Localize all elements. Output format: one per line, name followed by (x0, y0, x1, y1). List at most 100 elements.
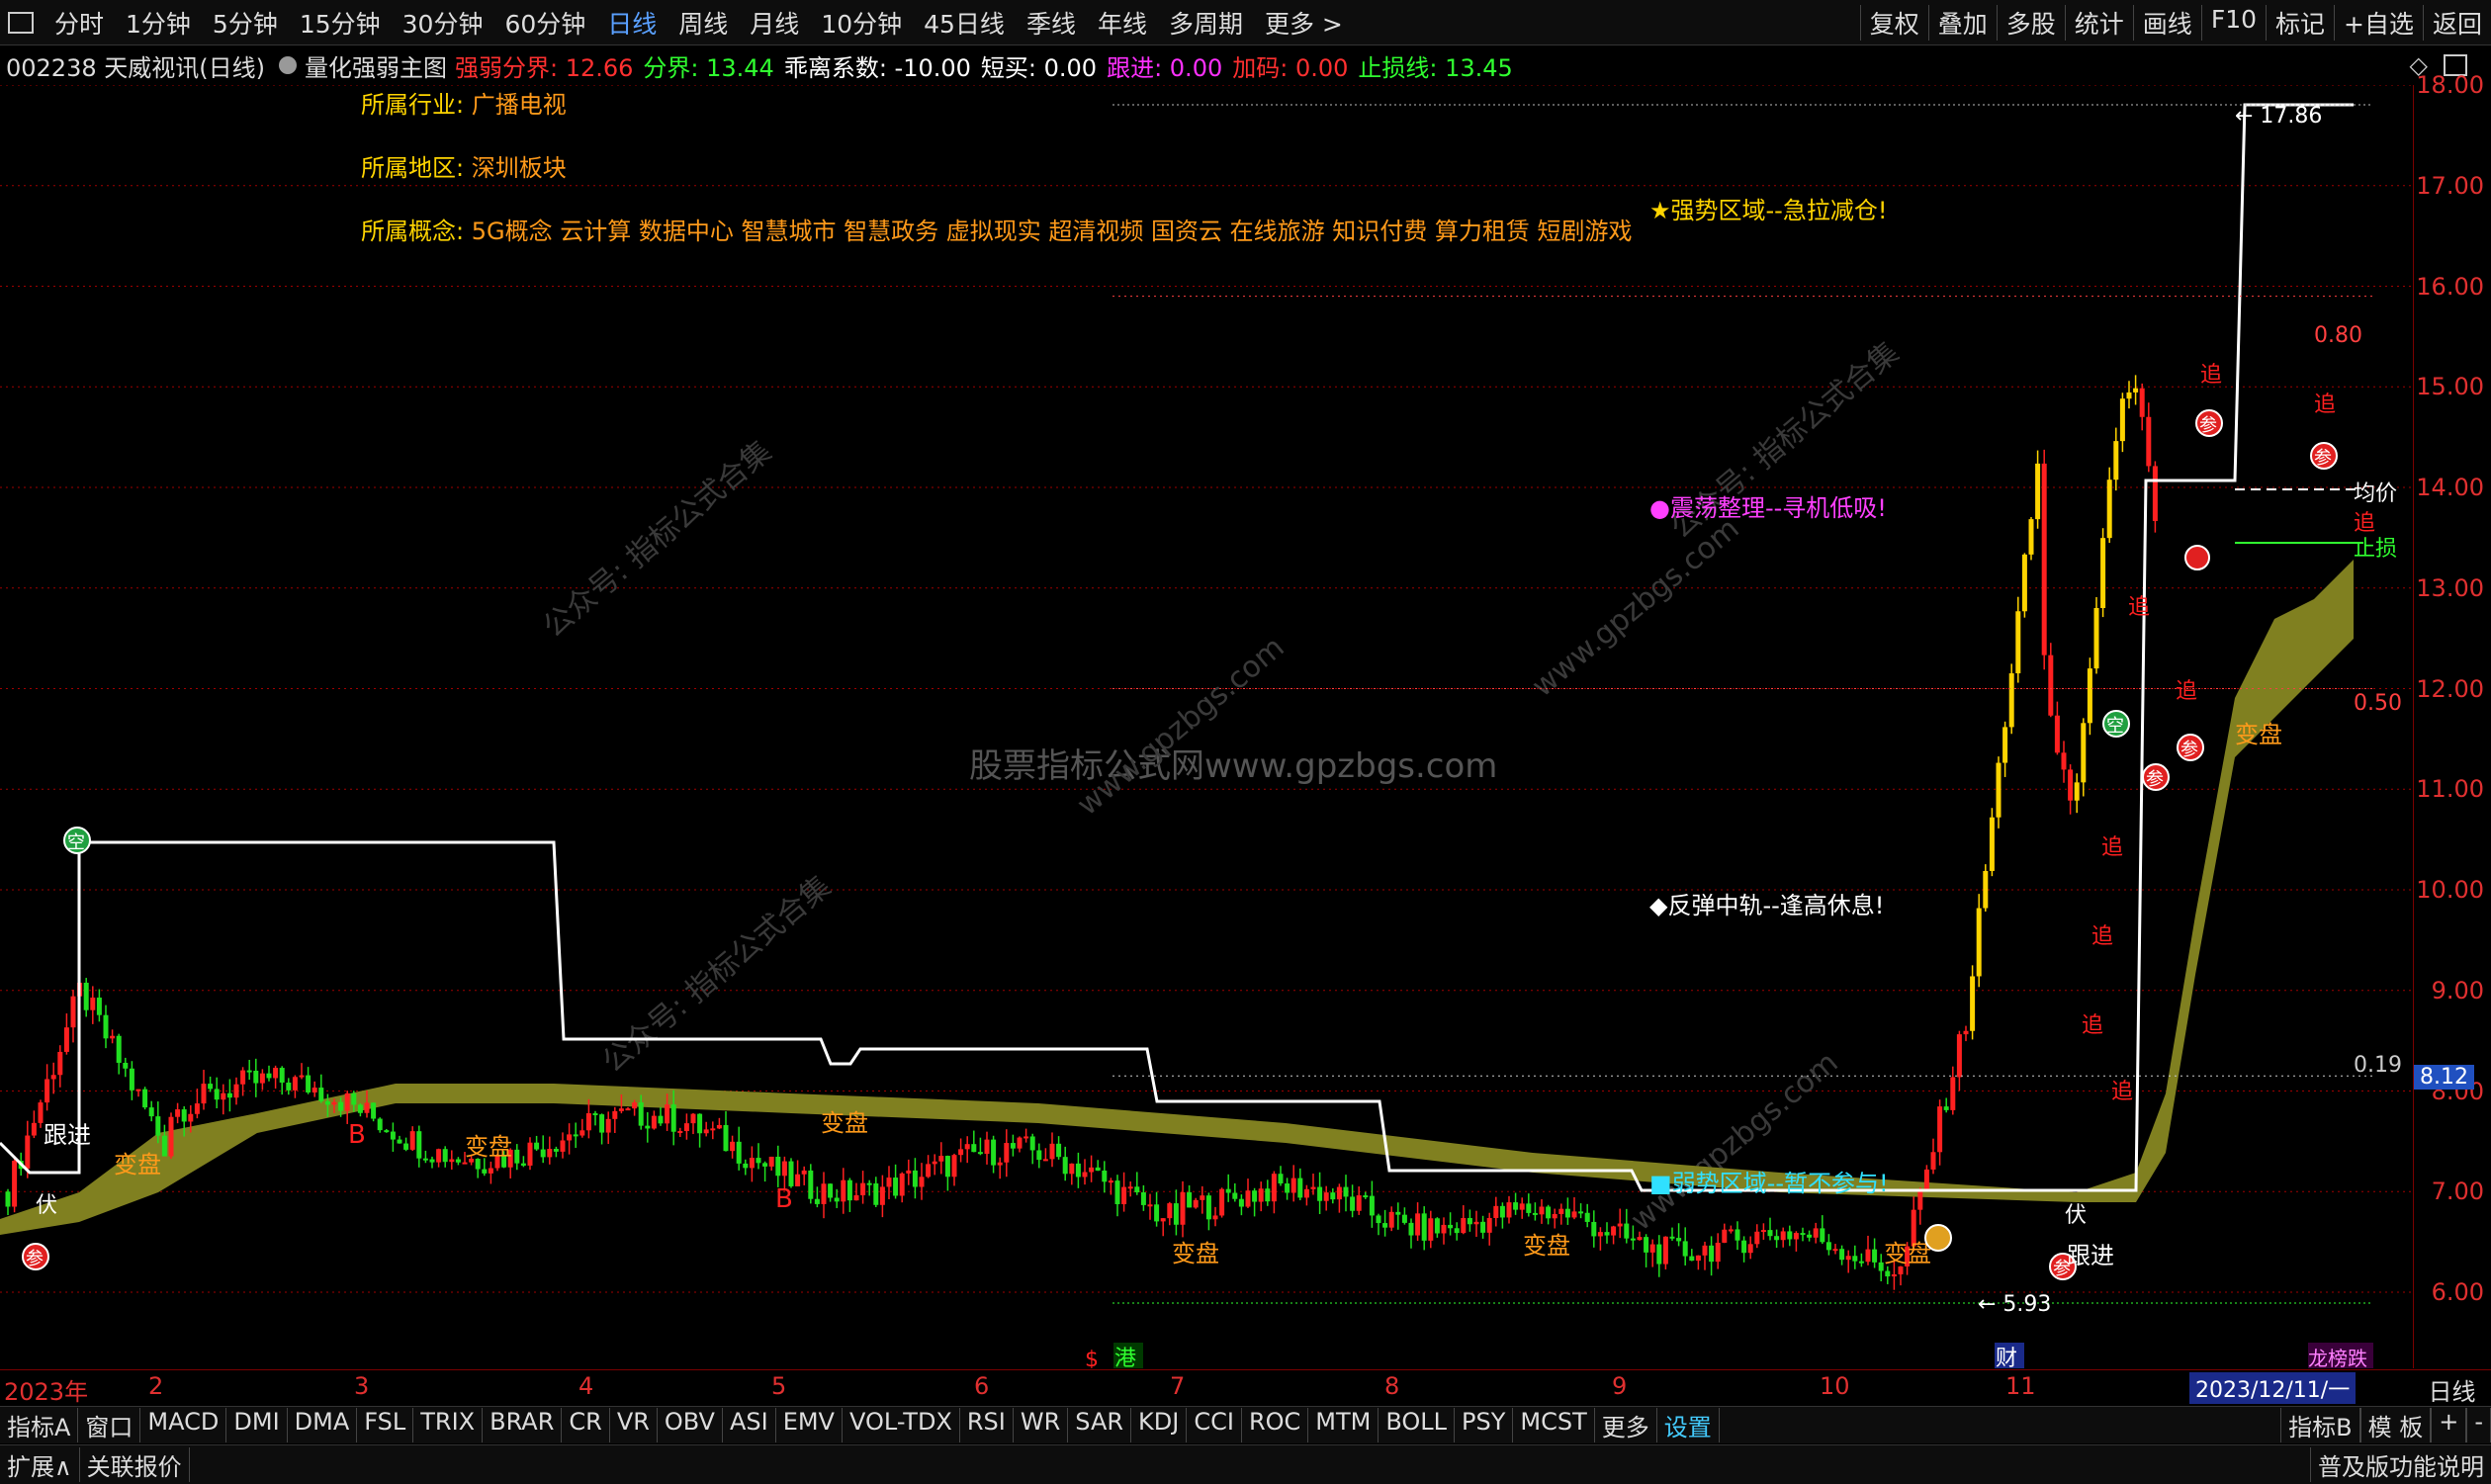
candle (736, 1126, 742, 1171)
indicator-tab[interactable]: 指标A (0, 1408, 79, 1442)
candle (1448, 1212, 1454, 1236)
price-axis[interactable]: 18.00 17.00 16.00 15.00 14.00 13.00 12.00 11.00… (2413, 71, 2491, 1368)
indicator-tab[interactable]: SAR (1068, 1408, 1132, 1442)
indicator-tab[interactable]: VR (610, 1408, 658, 1442)
candle (951, 1153, 957, 1186)
indicator-tab[interactable]: ASI (723, 1408, 776, 1442)
candle-body (1930, 1152, 1936, 1170)
indicator-tab[interactable]: CR (562, 1408, 610, 1442)
indicator-tab[interactable]: PSY (1455, 1408, 1514, 1442)
period-tab[interactable]: 年线 (1087, 5, 1158, 41)
indicator-name[interactable]: 量化强弱主图 (305, 48, 447, 83)
indicator-right-button[interactable]: - (2466, 1408, 2491, 1442)
period-tab[interactable]: 1分钟 (115, 5, 202, 41)
price-tick: 14.00 (2416, 474, 2484, 501)
toolbar-button[interactable]: 统计 (2064, 4, 2133, 41)
period-button[interactable]: 日线 (2413, 1372, 2491, 1407)
candle-body (1200, 1195, 1205, 1200)
candle (1173, 1189, 1179, 1236)
candle (1010, 1134, 1016, 1157)
period-tab[interactable]: 45日线 (913, 5, 1016, 41)
candle-body (951, 1155, 957, 1178)
period-tab[interactable]: 分时 (44, 5, 115, 41)
indicator-tab[interactable]: TRIX (413, 1408, 484, 1442)
candle-body (221, 1092, 226, 1100)
toolbar-button[interactable]: F10 (2200, 4, 2266, 41)
candle-body (1271, 1174, 1277, 1202)
toolbar-button[interactable]: 标记 (2266, 4, 2334, 41)
stock-title[interactable]: 002238 天威视讯(日线) (6, 48, 265, 83)
candle (1082, 1159, 1088, 1185)
candle (1415, 1202, 1421, 1242)
period-tab[interactable]: 30分钟 (392, 5, 494, 41)
candle (57, 1045, 63, 1088)
candle-body (1970, 976, 1976, 1031)
indicator-tab[interactable]: 更多 (1595, 1408, 1657, 1442)
candle-body (188, 1113, 194, 1122)
toolbar-button[interactable]: 复权 (1859, 4, 1928, 41)
indicator-tab[interactable]: CCI (1187, 1408, 1242, 1442)
indicator-tab[interactable]: DMI (226, 1408, 288, 1442)
indicator-tab[interactable]: BOLL (1379, 1408, 1456, 1442)
candle (1369, 1180, 1375, 1228)
candle (926, 1155, 932, 1178)
indicator-tab[interactable]: VOL-TDX (843, 1408, 960, 1442)
indicator-tab[interactable]: FSL (357, 1408, 414, 1442)
period-tab[interactable]: 10分钟 (810, 5, 913, 41)
period-tab[interactable]: 周线 (667, 5, 739, 41)
help-button[interactable]: 普及版功能说明 (2310, 1447, 2491, 1482)
indicator-tab[interactable]: KDJ (1131, 1408, 1188, 1442)
candle-body (585, 1113, 591, 1131)
indicator-tab[interactable]: RSI (960, 1408, 1014, 1442)
candle (1278, 1166, 1284, 1186)
candle-body (409, 1131, 415, 1150)
indicator-tab[interactable]: MACD (140, 1408, 227, 1442)
period-tab[interactable]: 15分钟 (289, 5, 392, 41)
period-tab[interactable]: 多周期 (1158, 5, 1254, 41)
indicator-tab[interactable]: MCST (1513, 1408, 1595, 1442)
candle (12, 1156, 18, 1213)
candle (161, 1124, 167, 1157)
indicator-tab[interactable]: DMA (288, 1408, 358, 1442)
indicator-tab[interactable]: EMV (776, 1408, 843, 1442)
related-quotes-button[interactable]: 关联报价 (80, 1447, 190, 1482)
candle-body (547, 1149, 553, 1158)
candle (226, 1079, 232, 1112)
indicator-tab[interactable]: 窗口 (78, 1408, 141, 1442)
period-tab[interactable]: 更多 > (1254, 5, 1354, 41)
candle-body (1004, 1143, 1010, 1163)
candle (906, 1159, 912, 1185)
indicator-tab[interactable]: MTM (1308, 1408, 1379, 1442)
candle (520, 1156, 526, 1168)
toolbar-button[interactable]: 多股 (1996, 4, 2065, 41)
extension-row: 扩展∧ 关联报价 普及版功能说明 (0, 1444, 2491, 1484)
indicator-tab[interactable]: ROC (1242, 1408, 1309, 1442)
period-tab[interactable]: 5分钟 (202, 5, 289, 41)
indicator-tab[interactable]: BRAR (483, 1408, 563, 1442)
toolbar-button[interactable]: 画线 (2132, 4, 2201, 41)
indicator-tab[interactable]: WR (1014, 1408, 1069, 1442)
indicator-tab[interactable]: OBV (658, 1408, 723, 1442)
indicator-dropdown-icon[interactable] (278, 56, 297, 74)
candle (1983, 864, 1989, 912)
kline-chart[interactable]: 股票指标公式网www.gpzbgs.com 公众号: 指标公式合集 www.gpzb… (0, 85, 2413, 1368)
toolbar-button[interactable]: 叠加 (1927, 4, 1997, 41)
period-tab[interactable]: 季线 (1016, 5, 1087, 41)
candle (1526, 1193, 1532, 1217)
period-tab[interactable]: 月线 (739, 5, 810, 41)
toolbar-button[interactable]: 返回 (2422, 4, 2491, 41)
date-label: 3 (354, 1372, 370, 1400)
expand-button[interactable]: 扩展∧ (0, 1447, 80, 1482)
period-tab[interactable]: 60分钟 (493, 5, 596, 41)
candle-body (846, 1179, 852, 1201)
date-label: 2023年 (4, 1378, 89, 1406)
indicator-right-button[interactable]: + (2431, 1408, 2467, 1442)
candle (1793, 1231, 1799, 1252)
period-tab[interactable]: 日线 (596, 5, 667, 41)
indicator-right-button[interactable]: 模 板 (2359, 1408, 2432, 1442)
toolbar-button[interactable]: +自选 (2334, 4, 2423, 41)
indicator-tab[interactable]: 设置 (1657, 1408, 1720, 1442)
candle-body (123, 1062, 129, 1069)
indicator-right-button[interactable]: 指标B (2280, 1408, 2360, 1442)
menu-icon[interactable] (8, 11, 34, 34)
